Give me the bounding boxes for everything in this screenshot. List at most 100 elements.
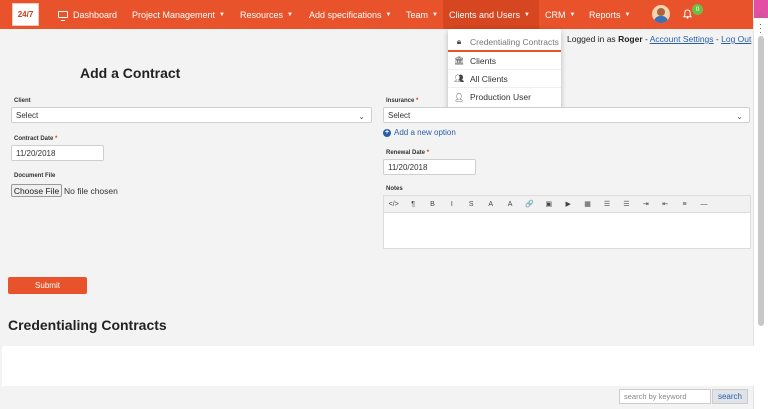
dropdown-item-label: Clients [470,55,496,66]
caret-down-icon: ▼ [524,11,530,18]
user-plus-icon: 👤︎ [454,92,465,102]
indent-icon[interactable]: ⇥ [636,200,655,208]
nav-resources-label: Resources [240,9,284,20]
contracts-table-panel [2,346,754,386]
monitor-icon [58,11,68,21]
client-label-text: Client [14,98,31,104]
renewal-date-value: 11/20/2018 [388,162,428,172]
unordered-list-icon[interactable]: ☰ [597,200,616,208]
search-input[interactable]: search by keyword [619,389,711,404]
required-marker: * [426,150,430,156]
bank-icon: 🏛︎ [454,56,465,65]
notification-badge: 0 [692,4,703,15]
contract-date-label-text: Contract Date [14,136,54,142]
contract-date-label: Contract Date * [14,136,57,142]
bell-icon[interactable] [683,9,692,19]
dropdown-item-clients[interactable]: 🏛︎ Clients [448,52,561,70]
login-prefix: Logged in as [567,34,616,44]
dropdown-item-production-user[interactable]: 👤︎ Production User [448,88,561,106]
submit-button[interactable]: Submit [8,277,87,294]
table-icon[interactable]: ▦ [578,200,597,208]
nav-crm[interactable]: CRM ▼ [539,0,587,29]
add-option-label: Add a new option [394,128,456,137]
choose-file-button[interactable]: Choose File [11,184,62,197]
insurance-label: Insurance * [386,98,418,104]
paragraph-icon[interactable]: ¶ [403,201,422,208]
lock-icon: 🔒︎ [456,36,462,46]
contract-date-input[interactable]: 11/20/2018 [11,145,104,161]
nav-project-management-label: Project Management [132,9,216,20]
nav-dashboard-label: Dashboard [73,9,118,20]
chevron-down-icon: ⌄ [736,112,743,121]
caret-down-icon: ▼ [385,11,392,18]
page-title: Add a Contract [80,65,181,81]
renewal-date-input[interactable]: 11/20/2018 [383,159,476,175]
nav-reports[interactable]: Reports ▼ [587,0,637,29]
insurance-label-text: Insurance [386,98,415,104]
users-icon: 👥︎ [454,74,465,83]
account-settings-link[interactable]: Account Settings [650,34,714,44]
link-icon[interactable]: 🔗 [520,200,539,208]
file-status: No file chosen [64,186,118,196]
outdent-icon[interactable]: ⇤ [655,200,674,208]
editor-toolbar: </> ¶ B I S A A 🔗 ▣ ▶ ▦ ☰ ☰ ⇥ ⇤ ≡ — [384,196,750,213]
image-icon[interactable]: ▣ [539,200,558,208]
app-logo[interactable]: 24/7 [12,3,39,26]
nav-reports-label: Reports [589,9,621,20]
top-navbar: 24/7 Dashboard Project Management ▼ Resou… [0,0,753,29]
caret-down-icon: ▼ [219,11,225,18]
video-icon[interactable]: ▶ [559,200,578,208]
notes-editor: </> ¶ B I S A A 🔗 ▣ ▶ ▦ ☰ ☰ ⇥ ⇤ ≡ — [383,195,751,249]
nav-clients-and-users[interactable]: Clients and Users ▼ [443,0,539,29]
italic-icon[interactable]: I [442,201,461,208]
font-color-icon[interactable]: A [481,201,500,208]
renewal-date-label-text: Renewal Date [386,150,426,156]
horizontal-rule-icon[interactable]: — [694,201,713,208]
ordered-list-icon[interactable]: ☰ [617,200,636,208]
nav-project-management[interactable]: Project Management ▼ [132,0,240,29]
nav-add-specifications-label: Add specifications [309,9,382,20]
client-label: Client [14,98,31,104]
dropdown-item-label: Production User [470,92,531,102]
dropdown-item-label: Credentialing Contracts [470,36,559,47]
plus-circle-icon: + [383,128,391,137]
browser-side-gutter: ☆ · · · [753,0,768,409]
search-button[interactable]: search [712,389,748,404]
align-icon[interactable]: ≡ [675,201,694,208]
add-new-option-link[interactable]: + Add a new option [383,128,456,137]
renewal-date-label: Renewal Date * [386,150,429,156]
notes-label: Notes [386,186,403,192]
login-separator: - [715,34,719,44]
notes-textarea[interactable] [384,213,750,249]
search-placeholder: search by keyword [624,392,687,401]
nav-team-label: Team [406,9,429,20]
contract-date-value: 11/20/2018 [16,148,56,158]
nav-add-specifications[interactable]: Add specifications ▼ [309,0,406,29]
nav-menu: Dashboard Project Management ▼ Resources ▼… [58,0,637,29]
login-user: Roger [618,34,643,44]
strikethrough-icon[interactable]: S [462,201,481,208]
nav-resources[interactable]: Resources ▼ [240,0,309,29]
nav-crm-label: CRM [545,9,566,20]
nav-dashboard[interactable]: Dashboard [58,0,132,29]
code-view-icon[interactable]: </> [384,201,403,208]
background-color-icon[interactable]: A [500,201,519,208]
caret-down-icon: ▼ [624,11,631,18]
dropdown-item-all-clients[interactable]: 👥︎ All Clients [448,70,561,88]
nav-clients-and-users-label: Clients and Users [449,9,521,20]
document-file-label: Document File [14,173,56,179]
dropdown-item-credentialing-contracts[interactable]: 🔒︎ Credentialing Contracts [448,29,561,52]
client-select[interactable]: Select ⌄ [11,107,372,123]
more-options-icon[interactable]: · · · [759,20,762,37]
caret-down-icon: ▼ [569,11,576,18]
insurance-select-value: Select [388,110,411,120]
insurance-select[interactable]: Select ⌄ [383,107,750,123]
dropdown-item-label: All Clients [470,73,508,84]
clients-users-dropdown: 🔒︎ Credentialing Contracts 🏛︎ Clients 👥︎… [448,29,561,115]
logout-link[interactable]: Log Out [721,34,751,44]
required-marker: * [55,136,58,142]
caret-down-icon: ▼ [287,11,293,18]
user-avatar[interactable] [652,5,670,23]
scrollbar-thumb[interactable] [758,36,764,326]
bold-icon[interactable]: B [423,201,442,208]
